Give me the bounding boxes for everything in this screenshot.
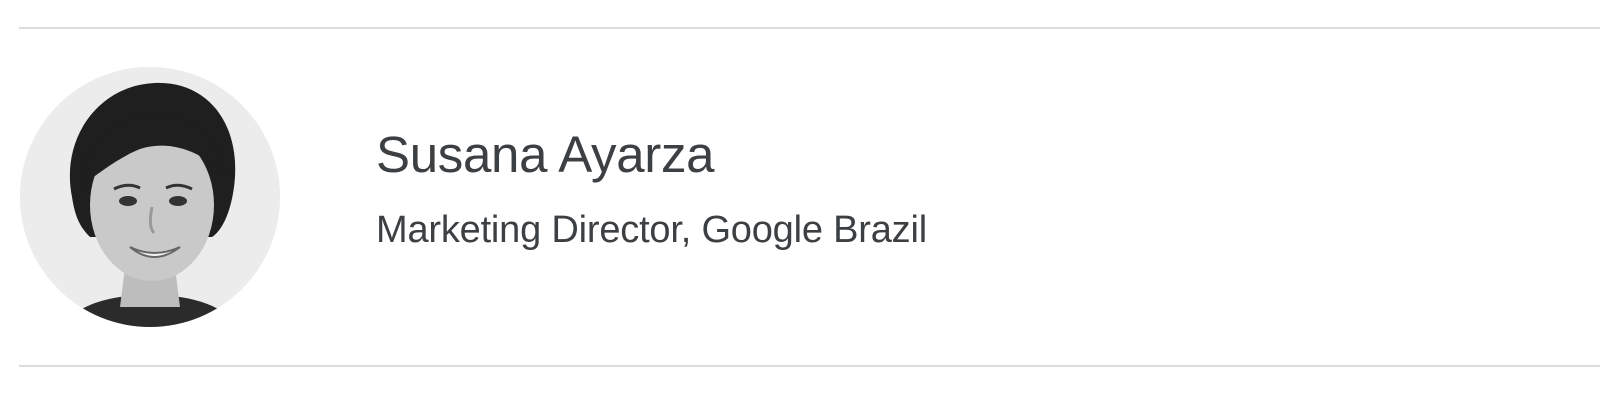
person-photo-icon <box>20 67 280 327</box>
profile-title: Marketing Director, Google Brazil <box>376 209 927 251</box>
profile-card: Susana Ayarza Marketing Director, Google… <box>0 29 1600 365</box>
bottom-divider <box>19 365 1600 367</box>
avatar <box>20 67 280 327</box>
profile-name: Susana Ayarza <box>376 126 715 183</box>
profile-text: Susana Ayarza Marketing Director, Google… <box>376 125 927 253</box>
